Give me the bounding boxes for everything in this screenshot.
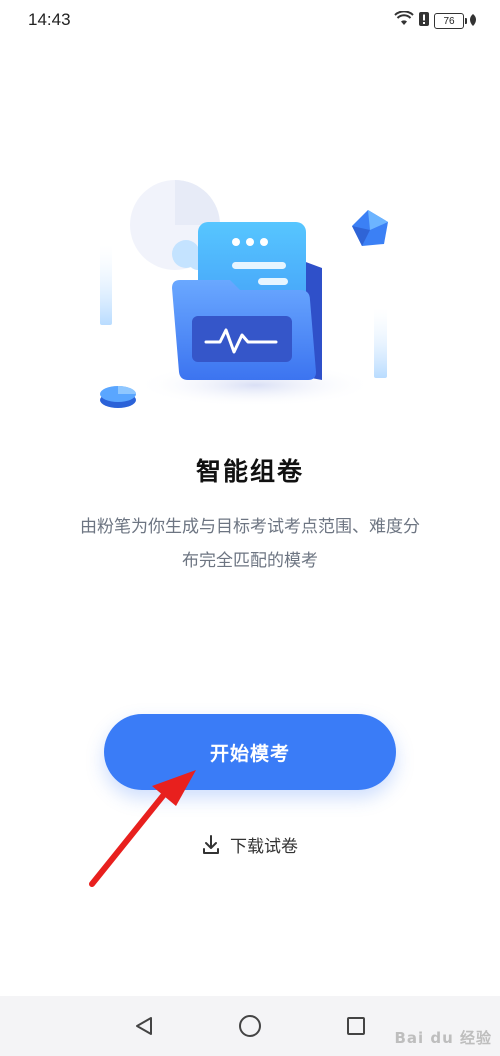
back-triangle-icon[interactable]	[132, 1014, 156, 1038]
download-icon	[202, 834, 220, 855]
leaf-icon	[468, 12, 478, 31]
battery-indicator: 76	[434, 13, 467, 29]
start-mock-exam-button[interactable]: 开始模考	[104, 714, 396, 790]
system-nav-bar: Bai du 经验	[0, 996, 500, 1056]
download-paper-link[interactable]: 下载试卷	[0, 832, 500, 857]
watermark: Bai du 经验	[394, 1029, 492, 1047]
folder-illustration	[90, 170, 410, 420]
status-time: 14:43	[28, 10, 71, 29]
wifi-icon	[394, 10, 414, 31]
download-label: 下载试卷	[230, 837, 298, 857]
page-title: 智能组卷	[195, 457, 304, 486]
description-line-1: 由粉笔为你生成与目标考试考点范围、难度分	[80, 517, 420, 537]
feature-description: 由粉笔为你生成与目标考试考点范围、难度分 布完全匹配的模考	[35, 510, 465, 578]
description-line-2: 布完全匹配的模考	[182, 551, 318, 571]
status-bar: 14:43 76	[0, 0, 500, 42]
alert-icon	[418, 11, 430, 31]
recents-square-icon[interactable]	[344, 1014, 368, 1038]
home-circle-icon[interactable]	[238, 1014, 262, 1038]
status-icons: 76	[394, 10, 478, 31]
